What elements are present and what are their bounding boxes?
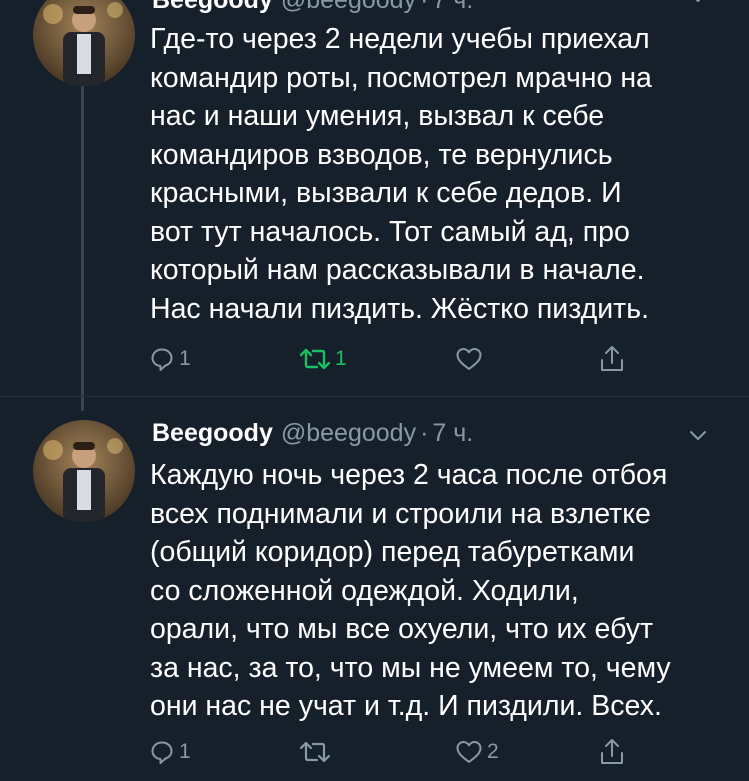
tweet-text-line: Каждую ночь через 2 часа после отбоя <box>150 459 668 491</box>
tweet-header: Beegoody @beegoody · 7 ч. <box>152 419 473 453</box>
tweet-text-line: они нас не учат и т.д. И пиздили. Всех. <box>150 690 662 722</box>
share-button[interactable] <box>598 734 626 770</box>
tweet-text-line: который нам рассказывали в начале. <box>150 254 645 286</box>
tweet-divider <box>0 396 749 397</box>
reply-icon <box>151 348 173 371</box>
tweet-text: Где-то через 2 недели учебы приехал кома… <box>150 20 730 328</box>
retweet-button[interactable]: 1 <box>298 341 347 377</box>
tweet-text-line: нас и наши умения, вызвал к себе <box>150 100 605 132</box>
tweet-timestamp[interactable]: 7 ч. <box>432 0 473 15</box>
author-handle[interactable]: @beegoody <box>281 419 416 448</box>
retweet-button[interactable] <box>298 734 335 770</box>
like-icon <box>456 741 482 763</box>
tweet-timestamp[interactable]: 7 ч. <box>432 419 473 448</box>
share-button[interactable] <box>598 341 626 377</box>
tweet-text-line: (общий коридор) перед табуретками <box>150 536 635 568</box>
share-icon <box>601 739 623 764</box>
tweet-text-line: командир роты, посмотрел мрачно на <box>150 61 652 94</box>
tweet-text-line: Нас начали пиздить. Жёстко пиздить. <box>150 292 650 325</box>
avatar[interactable] <box>33 0 135 86</box>
tweet-header: Beegoody @beegoody · 7 ч. <box>152 0 473 20</box>
tweet-text-line: всех поднимали и строили на взлетке <box>150 497 651 530</box>
tweet-actions: 1 1 <box>148 341 648 377</box>
retweet-icon <box>299 348 331 370</box>
tweet-text-line: красными, вызвали к себе дедов. И <box>150 177 622 209</box>
like-icon <box>456 348 482 370</box>
reply-count: 1 <box>179 347 191 370</box>
tweet-text-line: со сложенной одеждой. Ходили, <box>150 574 579 607</box>
tweet-actions: 1 2 <box>148 734 648 770</box>
reply-button[interactable]: 1 <box>148 734 191 770</box>
author-handle[interactable]: @beegoody <box>281 0 416 15</box>
like-button[interactable]: 2 <box>454 734 499 770</box>
reply-button[interactable]: 1 <box>148 341 191 377</box>
tweet-text-line: командиров взводов, те вернулись <box>150 138 613 171</box>
separator-dot: · <box>420 419 429 447</box>
like-count: 2 <box>487 740 499 763</box>
share-icon <box>601 346 623 371</box>
like-button[interactable] <box>454 341 487 377</box>
reply-count: 1 <box>179 740 191 763</box>
author-name[interactable]: Beegoody <box>152 419 273 448</box>
reply-icon <box>151 741 173 764</box>
tweet-text-line: вот тут началось. Тот самый ад, про <box>150 215 630 248</box>
author-name[interactable]: Beegoody <box>152 0 273 15</box>
tweet-text-line: Где-то через 2 недели учебы приехал <box>150 23 650 55</box>
separator-dot: · <box>420 0 429 14</box>
chevron-down-icon[interactable] <box>687 0 709 8</box>
tweet-text-line: за нас, за то, что мы не умеем то, чему <box>150 651 671 684</box>
retweet-count: 1 <box>335 347 347 370</box>
retweet-icon <box>299 741 331 763</box>
avatar[interactable] <box>33 420 135 522</box>
tweet-text-line: орали, что мы все охуели, что их ебут <box>150 613 654 645</box>
tweet-text: Каждую ночь через 2 часа после отбоя все… <box>150 456 730 726</box>
thread-connector-line <box>81 86 84 411</box>
chevron-down-icon[interactable] <box>687 424 709 446</box>
